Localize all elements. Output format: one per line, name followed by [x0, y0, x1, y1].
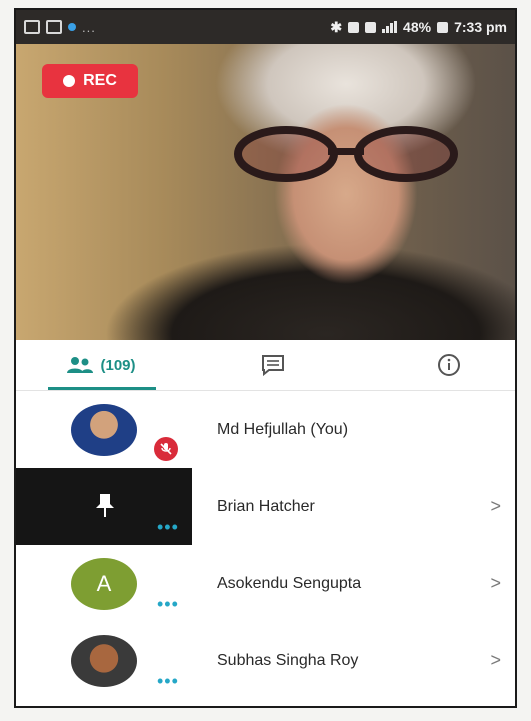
active-tab-indicator [48, 387, 156, 390]
video-feed[interactable]: REC [16, 44, 515, 340]
chevron-right-icon[interactable]: > [490, 622, 501, 699]
participant-row[interactable]: Md Hefjullah (You) [16, 391, 515, 468]
signal-icon [382, 21, 398, 33]
participant-list: Md Hefjullah (You) ••• Brian Hatcher > A… [16, 391, 515, 699]
chevron-right-icon[interactable]: > [490, 545, 501, 622]
avatar-area [16, 391, 192, 468]
mic-off-icon [160, 443, 172, 455]
youtube-icon [46, 20, 62, 34]
participant-row[interactable]: ••• Brian Hatcher > [16, 468, 515, 545]
battery-percent: 48% [403, 19, 432, 35]
more-options-icon[interactable]: ••• [157, 595, 179, 613]
more-options-icon[interactable]: ••• [157, 518, 179, 536]
avatar: A [71, 558, 137, 610]
avatar-area: A ••• [16, 545, 192, 622]
pin-icon [96, 494, 114, 517]
avatar [71, 404, 137, 456]
tab-participants[interactable]: (109) [46, 340, 156, 390]
muted-mic-icon [154, 437, 178, 461]
chevron-right-icon[interactable]: > [490, 468, 501, 545]
tab-bar: (109) [16, 340, 515, 391]
recording-badge: REC [42, 64, 138, 98]
chat-icon [262, 355, 284, 376]
wifi-icon [365, 21, 377, 33]
avatar-area: ••• [16, 468, 192, 545]
bluetooth-icon: ✱ [330, 18, 343, 35]
app-screen: ... ✱ 48% 7:33 pm REC (109) Md Hefjullah… [14, 8, 517, 708]
record-dot-icon [63, 75, 76, 87]
battery-icon [437, 21, 449, 33]
info-icon [438, 354, 460, 376]
speaker-glasses-graphic [234, 126, 458, 182]
participants-icon [67, 357, 94, 373]
system-icons: ✱ 48% 7:33 pm [330, 19, 507, 36]
clock: 7:33 pm [454, 19, 507, 35]
more-options-icon[interactable]: ••• [157, 672, 179, 690]
sim-icon [348, 21, 360, 33]
participants-count: (109) [100, 356, 136, 374]
participant-name: Asokendu Sengupta [217, 574, 362, 592]
participant-name: Md Hefjullah (You) [217, 420, 349, 438]
notification-dot-icon [68, 23, 76, 31]
rec-label: REC [83, 72, 117, 89]
participant-row[interactable]: ••• Subhas Singha Roy > [16, 622, 515, 699]
tab-info[interactable] [424, 340, 474, 390]
participant-name: Brian Hatcher [217, 497, 315, 515]
notification-icons: ... [24, 20, 96, 35]
avatar [71, 635, 137, 687]
participant-row[interactable]: A ••• Asokendu Sengupta > [16, 545, 515, 622]
participant-name: Subhas Singha Roy [217, 651, 359, 669]
gallery-icon [24, 20, 40, 34]
status-bar: ... ✱ 48% 7:33 pm [16, 10, 515, 44]
avatar-area: ••• [16, 622, 192, 699]
more-notifications: ... [82, 19, 96, 35]
tab-chat[interactable] [248, 340, 298, 390]
